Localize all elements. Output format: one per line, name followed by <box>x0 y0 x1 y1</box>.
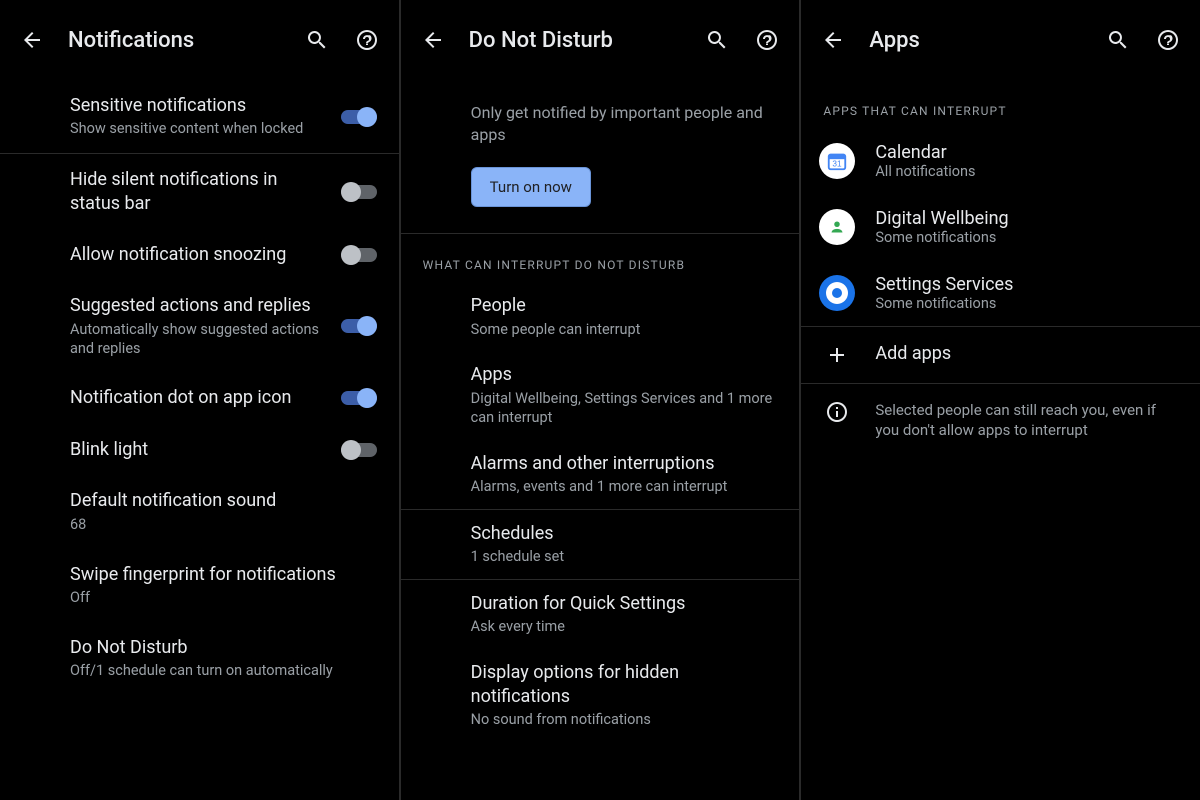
page-title: Do Not Disturb <box>469 28 682 53</box>
help-icon <box>1156 28 1180 52</box>
setting-subtitle: Some people can interrupt <box>471 321 778 340</box>
dnd-duration[interactable]: Duration for Quick Settings Ask every ti… <box>401 580 800 649</box>
setting-title: Do Not Disturb <box>70 636 377 659</box>
appbar: Notifications <box>0 0 399 80</box>
turn-on-button[interactable]: Turn on now <box>471 167 591 207</box>
back-button[interactable] <box>18 26 46 54</box>
setting-title: Display options for hidden notifications <box>471 661 778 708</box>
setting-title: Swipe fingerprint for notifications <box>70 563 377 586</box>
setting-subtitle: Digital Wellbeing, Settings Services and… <box>471 390 778 428</box>
setting-title: People <box>471 294 778 317</box>
setting-subtitle: Off/1 schedule can turn on automatically <box>70 662 377 681</box>
dnd-display-options[interactable]: Display options for hidden notifications… <box>401 649 800 742</box>
app-name: Calendar <box>875 142 1178 163</box>
help-icon <box>355 28 379 52</box>
setting-title: Schedules <box>471 522 778 545</box>
dnd-intro-text: Only get notified by important people an… <box>471 102 778 145</box>
setting-title: Suggested actions and replies <box>70 294 327 317</box>
setting-hide-silent[interactable]: Hide silent notifications in status bar <box>0 154 399 229</box>
setting-title: Allow notification snoozing <box>70 243 327 266</box>
digital-wellbeing-icon <box>819 209 855 245</box>
setting-title: Notification dot on app icon <box>70 386 327 409</box>
search-button[interactable] <box>303 26 331 54</box>
app-settings-services[interactable]: Settings Services Some notifications <box>801 260 1200 326</box>
dnd-people[interactable]: People Some people can interrupt <box>401 282 800 351</box>
setting-snoozing[interactable]: Allow notification snoozing <box>0 229 399 280</box>
toggle-switch[interactable] <box>341 440 377 460</box>
toggle-switch[interactable] <box>341 316 377 336</box>
add-apps[interactable]: Add apps <box>801 327 1200 383</box>
appbar: Apps <box>801 0 1200 80</box>
app-name: Digital Wellbeing <box>875 208 1178 229</box>
setting-subtitle: No sound from notifications <box>471 711 778 730</box>
app-subtitle: Some notifications <box>875 229 1178 246</box>
toggle-switch[interactable] <box>341 182 377 202</box>
setting-title: Alarms and other interruptions <box>471 452 778 475</box>
help-button[interactable] <box>753 26 781 54</box>
setting-title: Duration for Quick Settings <box>471 592 778 615</box>
page-title: Notifications <box>68 28 281 53</box>
app-name: Settings Services <box>875 274 1178 295</box>
setting-title: Apps <box>471 363 778 386</box>
dnd-schedules[interactable]: Schedules 1 schedule set <box>401 510 800 579</box>
section-header-apps: Apps that can interrupt <box>801 80 1200 128</box>
help-icon <box>755 28 779 52</box>
toggle-switch[interactable] <box>341 388 377 408</box>
info-icon <box>819 400 855 424</box>
dnd-alarms[interactable]: Alarms and other interruptions Alarms, e… <box>401 440 800 509</box>
search-button[interactable] <box>1104 26 1132 54</box>
app-subtitle: Some notifications <box>875 295 1178 312</box>
setting-subtitle: 68 <box>70 516 377 535</box>
plus-icon <box>819 343 855 367</box>
settings-services-icon <box>819 275 855 311</box>
info-text: Selected people can still reach you, eve… <box>875 400 1178 441</box>
search-icon <box>1106 28 1130 52</box>
back-icon <box>421 28 445 52</box>
setting-subtitle: 1 schedule set <box>471 548 778 567</box>
setting-subtitle: Alarms, events and 1 more can interrupt <box>471 478 778 497</box>
setting-do-not-disturb[interactable]: Do Not Disturb Off/1 schedule can turn o… <box>0 622 399 695</box>
setting-notification-dot[interactable]: Notification dot on app icon <box>0 372 399 423</box>
dnd-apps[interactable]: Apps Digital Wellbeing, Settings Service… <box>401 351 800 439</box>
dnd-pane: Do Not Disturb Only get notified by impo… <box>401 0 802 800</box>
setting-blink-light[interactable]: Blink light <box>0 424 399 475</box>
setting-title: Default notification sound <box>70 489 377 512</box>
page-title: Apps <box>869 28 1082 53</box>
app-calendar[interactable]: Calendar All notifications <box>801 128 1200 194</box>
back-icon <box>821 28 845 52</box>
apps-pane: Apps Apps that can interrupt Calendar Al… <box>801 0 1200 800</box>
setting-title: Blink light <box>70 438 327 461</box>
setting-subtitle: Ask every time <box>471 618 778 637</box>
help-button[interactable] <box>1154 26 1182 54</box>
help-button[interactable] <box>353 26 381 54</box>
back-button[interactable] <box>819 26 847 54</box>
setting-default-sound[interactable]: Default notification sound 68 <box>0 475 399 548</box>
app-digital-wellbeing[interactable]: Digital Wellbeing Some notifications <box>801 194 1200 260</box>
add-apps-label: Add apps <box>875 343 951 364</box>
search-button[interactable] <box>703 26 731 54</box>
back-button[interactable] <box>419 26 447 54</box>
setting-sensitive-notifications[interactable]: Sensitive notifications Show sensitive c… <box>0 80 399 153</box>
calendar-icon <box>819 143 855 179</box>
appbar: Do Not Disturb <box>401 0 800 80</box>
setting-suggested-actions[interactable]: Suggested actions and replies Automatica… <box>0 280 399 372</box>
setting-swipe-fingerprint[interactable]: Swipe fingerprint for notifications Off <box>0 549 399 622</box>
info-note: Selected people can still reach you, eve… <box>801 384 1200 457</box>
search-icon <box>705 28 729 52</box>
notifications-pane: Notifications Sensitive notifications Sh… <box>0 0 401 800</box>
setting-subtitle: Automatically show suggested actions and… <box>70 321 327 359</box>
dnd-intro: Only get notified by important people an… <box>401 80 800 215</box>
app-subtitle: All notifications <box>875 163 1178 180</box>
setting-subtitle: Off <box>70 589 377 608</box>
section-header-interrupt: What can interrupt Do Not Disturb <box>401 234 800 282</box>
toggle-switch[interactable] <box>341 245 377 265</box>
setting-title: Hide silent notifications in status bar <box>70 168 327 215</box>
setting-title: Sensitive notifications <box>70 94 327 117</box>
back-icon <box>20 28 44 52</box>
toggle-switch[interactable] <box>341 107 377 127</box>
setting-subtitle: Show sensitive content when locked <box>70 120 327 139</box>
search-icon <box>305 28 329 52</box>
